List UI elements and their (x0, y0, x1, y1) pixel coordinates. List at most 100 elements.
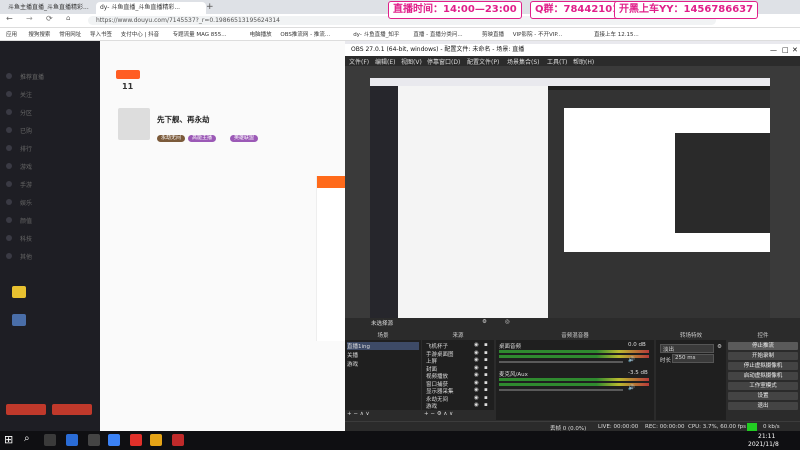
lock-icon[interactable]: ▪ (484, 342, 488, 348)
mixer-channel-2-slider[interactable] (499, 389, 623, 391)
lock-icon[interactable]: ▪ (484, 395, 488, 401)
new-tab-icon[interactable]: + (206, 2, 214, 12)
obs-menu-4[interactable]: 配置文件(P) (467, 57, 499, 66)
clock-date[interactable]: 2021/11/8 (748, 441, 779, 448)
obs-menu-2[interactable]: 视图(V) (401, 57, 422, 66)
clock-time[interactable]: 21:11 (758, 433, 775, 440)
visibility-eye-icon[interactable]: ◉ (474, 402, 479, 408)
mute-icon[interactable]: 🔊 (628, 357, 635, 363)
obs-menu-3[interactable]: 停靠窗口(D) (427, 57, 460, 66)
mute-icon-2[interactable]: 🔊 (628, 385, 635, 391)
sidebar-item-5[interactable]: 游戏 (20, 162, 32, 171)
visibility-eye-icon[interactable]: ◉ (474, 365, 479, 371)
sidebar-item-4[interactable]: 排行 (20, 144, 32, 153)
bookmark-2[interactable]: 常用网址 (59, 30, 81, 38)
back-icon[interactable]: ← (6, 14, 13, 23)
bookmark-3[interactable]: 导入书签 (90, 30, 112, 38)
bookmark-12[interactable]: 直接上车 12.15... (594, 30, 639, 38)
obs-menu-6[interactable]: 工具(T) (547, 57, 567, 66)
control-button-2[interactable]: 停止虚拟摄像机 (728, 362, 798, 370)
taskview-icon[interactable] (44, 434, 56, 446)
lock-icon[interactable]: ▪ (484, 402, 488, 408)
visibility-eye-icon[interactable]: ◉ (474, 395, 479, 401)
forward-icon[interactable]: → (26, 14, 33, 23)
sidebar-item-10[interactable]: 其他 (20, 252, 32, 261)
control-button-6[interactable]: 退出 (728, 402, 798, 410)
filters-icon[interactable]: ◎ (505, 319, 510, 325)
control-button-3[interactable]: 启动虚拟摄像机 (728, 372, 798, 380)
mixer-channel-1-slider[interactable] (499, 361, 623, 363)
close-icon[interactable]: ✕ (792, 44, 798, 56)
scene-item-2[interactable]: 游戏 (347, 360, 358, 368)
source-add-icon[interactable]: + − ⚙ ∧ ∨ (424, 411, 453, 417)
scene-item-1[interactable]: 关播 (347, 351, 358, 359)
lock-icon[interactable]: ▪ (484, 365, 488, 371)
bookmark-8[interactable]: dy- 斗鱼直播_知乎 (353, 30, 399, 38)
sidebar-item-6[interactable]: 手游 (20, 180, 32, 189)
visibility-eye-icon[interactable]: ◉ (474, 342, 479, 348)
reload-icon[interactable]: ⟳ (46, 14, 53, 23)
start-icon[interactable]: ⊞ (4, 433, 13, 446)
obs-menu-0[interactable]: 文件(F) (349, 57, 369, 66)
chrome-icon[interactable] (108, 434, 120, 446)
control-button-5[interactable]: 设置 (728, 392, 798, 400)
bookmark-11[interactable]: VIP影院 - 不开VIP... (513, 30, 562, 38)
douyu-icon[interactable] (130, 434, 142, 446)
lock-icon[interactable]: ▪ (484, 357, 488, 363)
bookmark-4[interactable]: 支付中心 | 抖音 (121, 30, 159, 38)
bookmark-5[interactable]: 专题流量 MAG 855... (173, 30, 227, 38)
duration-input[interactable]: 250 ms (672, 354, 714, 363)
obs-menu-7[interactable]: 帮助(H) (573, 57, 594, 66)
lock-icon[interactable]: ▪ (484, 380, 488, 386)
transition-select[interactable]: 淡出 (660, 344, 714, 353)
tag-high[interactable]: 高能主播 (188, 135, 217, 142)
download-client-button[interactable] (6, 404, 46, 415)
bookmark-10[interactable]: 剪映直播 (482, 30, 504, 38)
tag-game[interactable]: 永劫无间 (157, 135, 186, 142)
browser-tab-2[interactable]: dy- 斗鱼直播_斗鱼直播精彩... (96, 2, 206, 14)
control-button-1[interactable]: 开始录制 (728, 352, 798, 360)
lock-icon[interactable]: ▪ (484, 350, 488, 356)
bookmark-9[interactable]: 直播 - 直播分类问... (413, 30, 462, 38)
bookmark-6[interactable]: 电脑播放 (250, 30, 272, 38)
sidebar-item-3[interactable]: 已购 (20, 126, 32, 135)
lock-icon[interactable]: ▪ (484, 372, 488, 378)
bookmark-1[interactable]: 搜狗搜索 (28, 30, 50, 38)
home-icon[interactable]: ⌂ (66, 14, 70, 22)
visibility-eye-icon[interactable]: ◉ (474, 350, 479, 356)
obs-menu-5[interactable]: 场景集合(S) (507, 57, 540, 66)
tag-lol[interactable]: 英雄联盟 (230, 135, 259, 142)
app-icon-2[interactable] (172, 434, 184, 446)
control-button-0[interactable]: 停止推流 (728, 342, 798, 350)
sidebar-item-9[interactable]: 科技 (20, 234, 32, 243)
visibility-eye-icon[interactable]: ◉ (474, 387, 479, 393)
sidebar-item-7[interactable]: 娱乐 (20, 198, 32, 207)
obs-preview[interactable] (345, 66, 800, 318)
sidebar-item-1[interactable]: 关注 (20, 90, 32, 99)
streamer-avatar[interactable] (118, 108, 150, 140)
visibility-eye-icon[interactable]: ◉ (474, 357, 479, 363)
bookmark-7[interactable]: OBS推流网 - 推流... (280, 30, 330, 38)
sidebar-item-8[interactable]: 颜值 (20, 216, 32, 225)
transition-gear-icon[interactable]: ⚙ (717, 344, 722, 350)
minimize-icon[interactable]: — (770, 44, 777, 56)
obs-menu-1[interactable]: 编辑(E) (375, 57, 395, 66)
maximize-icon[interactable]: □ (782, 44, 789, 56)
scene-add-icon[interactable]: + − ∧ ∨ (347, 411, 370, 417)
open-live-button[interactable] (52, 404, 92, 415)
bookmark-0[interactable]: 应用 (6, 30, 17, 38)
sidebar-item-0[interactable]: 推荐直播 (20, 72, 44, 81)
properties-gear-icon[interactable]: ⚙ (482, 319, 487, 325)
browser-tab-1[interactable]: 斗鱼主播直播_斗鱼直播精彩... (4, 2, 94, 14)
source-item-8[interactable]: 游戏 (426, 402, 437, 410)
control-button-4[interactable]: 工作室模式 (728, 382, 798, 390)
obs-icon[interactable] (88, 434, 100, 446)
edge-icon[interactable] (66, 434, 78, 446)
visibility-eye-icon[interactable]: ◉ (474, 372, 479, 378)
app-icon[interactable] (150, 434, 162, 446)
visibility-eye-icon[interactable]: ◉ (474, 380, 479, 386)
lock-icon[interactable]: ▪ (484, 387, 488, 393)
sidebar-item-2[interactable]: 分区 (20, 108, 32, 117)
search-icon[interactable]: ⌕ (24, 433, 30, 444)
scene-item-0[interactable]: 直播1ing (347, 342, 419, 350)
